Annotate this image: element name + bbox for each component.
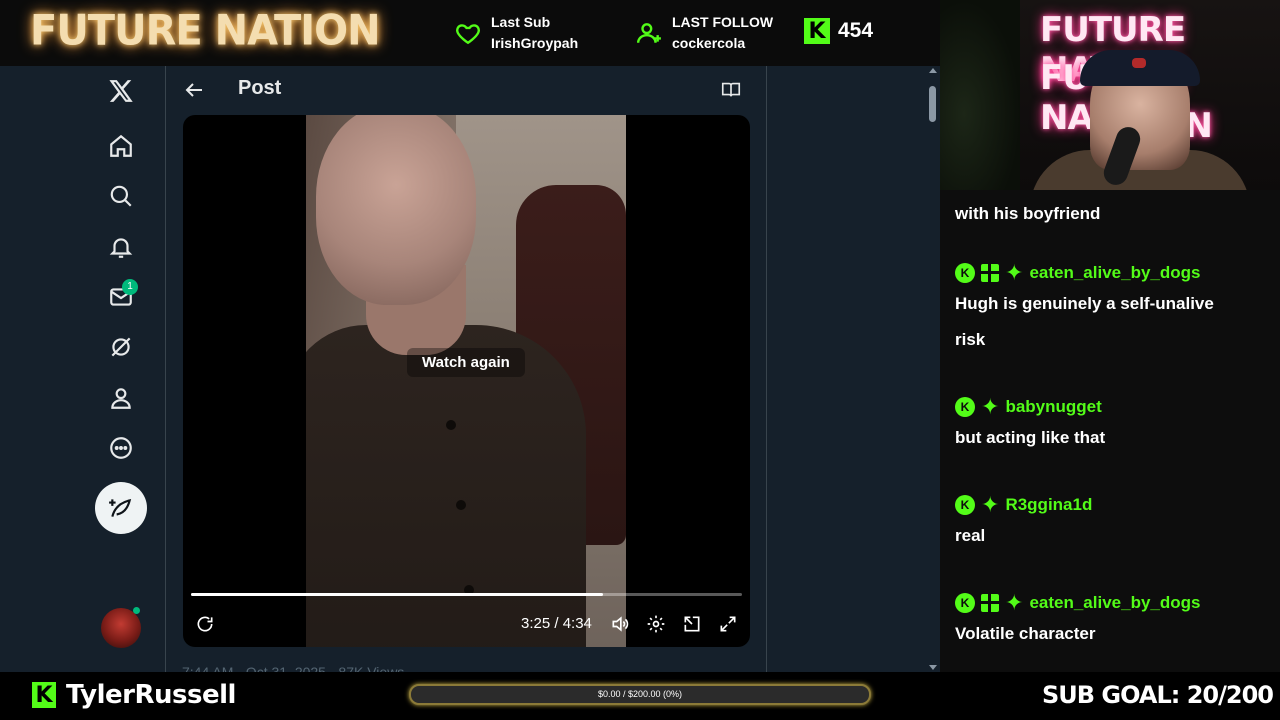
chat-message: K ✦ R3ggina1d real: [955, 492, 1265, 554]
chat-message: K ✦ eaten_alive_by_dogs Volatile charact…: [955, 590, 1265, 652]
bell-icon[interactable]: [106, 232, 136, 262]
back-arrow-icon[interactable]: [182, 78, 206, 102]
stream-top-bar: FUTURE NATION Last Sub IrishGroypah LAST…: [0, 0, 940, 66]
mail-badge: 1: [122, 279, 138, 295]
replay-icon[interactable]: [194, 613, 216, 635]
cap-logo: [1132, 58, 1146, 68]
streamer-name: TylerRussell: [66, 680, 236, 710]
fullscreen-icon[interactable]: [717, 613, 739, 635]
post-column: Post Watch again 3:25 / 4:34 7:44 AM · O…: [166, 66, 767, 672]
shirt-button: [456, 500, 466, 510]
video-player[interactable]: Watch again 3:25 / 4:34: [183, 115, 750, 647]
scroll-down-arrow-icon[interactable]: [929, 665, 937, 670]
x-sidebar: 1: [0, 66, 166, 672]
sub-goal-text: SUB GOAL: 20/200: [1042, 681, 1274, 709]
home-icon[interactable]: [106, 131, 136, 161]
kick-badge-icon: K: [955, 593, 975, 613]
last-follow-widget: LAST FOLLOW cockercola: [636, 12, 773, 54]
kick-badge-icon: K: [955, 495, 975, 515]
streamer-webcam: FUTURE NATION FUTURE NATION ATION: [940, 0, 1280, 190]
chat-message-text: with his boyfriend: [955, 204, 1101, 223]
chat-message-text: risk: [955, 330, 986, 349]
stream-bottom-bar: K TylerRussell $0.00 / $200.00 (0%) SUB …: [0, 672, 1280, 720]
gift-badge-icon: [981, 264, 999, 282]
gift-badge-icon: [981, 594, 999, 612]
volume-icon[interactable]: [609, 613, 631, 635]
chat-username[interactable]: babynugget: [1005, 397, 1101, 417]
pip-icon[interactable]: [681, 613, 703, 635]
scroll-thumb[interactable]: [929, 86, 936, 122]
last-follow-label: LAST FOLLOW: [672, 14, 774, 30]
brand-logo: FUTURE NATION: [30, 6, 381, 56]
last-sub-label: Last Sub: [491, 14, 551, 30]
sparkle-badge-icon: ✦: [981, 492, 1000, 517]
compose-post-button[interactable]: [95, 482, 147, 534]
feather-plus-icon: [109, 498, 132, 517]
online-status-dot: [133, 607, 140, 614]
kick-badge-icon: K: [955, 397, 975, 417]
sparkle-badge-icon: ✦: [1005, 590, 1024, 615]
donation-goal-text: $0.00 / $200.00 (0%): [597, 689, 683, 699]
last-sub-widget: Last Sub IrishGroypah: [455, 12, 578, 54]
account-avatar[interactable]: [101, 608, 141, 648]
x-logo-icon[interactable]: [106, 76, 136, 106]
video-progress-bar[interactable]: [191, 593, 742, 596]
kick-viewer-count: K 454: [804, 18, 873, 44]
background-plant: [940, 0, 1020, 190]
chat-username[interactable]: R3ggina1d: [1005, 495, 1092, 515]
last-sub-value: IrishGroypah: [491, 35, 579, 51]
add-user-icon: [636, 23, 661, 43]
chat-message-text: but acting like that: [955, 428, 1106, 447]
video-frame: [306, 115, 626, 647]
video-time: 3:25 / 4:34: [521, 615, 592, 632]
scroll-up-arrow-icon[interactable]: [929, 68, 937, 73]
chat-message: with his boyfriend: [955, 196, 1265, 232]
chat-message: K ✦ eaten_alive_by_dogs Hugh is genuinel…: [955, 260, 1265, 358]
kick-logo-icon: K: [32, 682, 56, 708]
donation-goal-bar: $0.00 / $200.00 (0%): [409, 684, 871, 705]
kick-badge-icon: K: [955, 263, 975, 283]
chat-message-text: Hugh is genuinely a self-unalive: [955, 294, 1214, 313]
video-progress-fill: [191, 593, 604, 596]
stream-chat: with his boyfriend K ✦ eaten_alive_by_do…: [940, 190, 1280, 672]
person-head: [316, 115, 476, 305]
chat-username[interactable]: eaten_alive_by_dogs: [1029, 263, 1200, 283]
more-icon[interactable]: [106, 433, 136, 463]
shirt-button: [446, 420, 456, 430]
settings-gear-icon[interactable]: [645, 613, 667, 635]
sparkle-badge-icon: ✦: [1005, 260, 1024, 285]
heart-icon: [456, 24, 480, 45]
search-icon[interactable]: [106, 181, 136, 211]
page-title: Post: [238, 77, 282, 99]
watch-again-button[interactable]: Watch again: [407, 348, 525, 377]
reader-mode-icon[interactable]: [720, 79, 742, 101]
kick-logo-icon: K: [804, 18, 830, 44]
chat-message-text: Volatile character: [955, 624, 1096, 643]
post-timestamp-peek: 7:44 AM · Oct 31, 2025 · 87K Views: [182, 664, 405, 672]
kick-count-value: 454: [838, 19, 874, 42]
streamer-cap: [1080, 50, 1200, 86]
chat-message-text: real: [955, 526, 986, 545]
profile-icon[interactable]: [106, 383, 136, 413]
grok-icon[interactable]: [106, 332, 136, 362]
last-follow-value: cockercola: [672, 35, 746, 51]
chat-message: K ✦ babynugget but acting like that: [955, 394, 1265, 456]
sparkle-badge-icon: ✦: [981, 394, 1000, 419]
chat-username[interactable]: eaten_alive_by_dogs: [1029, 593, 1200, 613]
page-scrollbar[interactable]: [925, 66, 940, 672]
x-browser-window: 1 Post Watch again 3:25 / 4:34 7:44 AM ·…: [0, 66, 940, 672]
